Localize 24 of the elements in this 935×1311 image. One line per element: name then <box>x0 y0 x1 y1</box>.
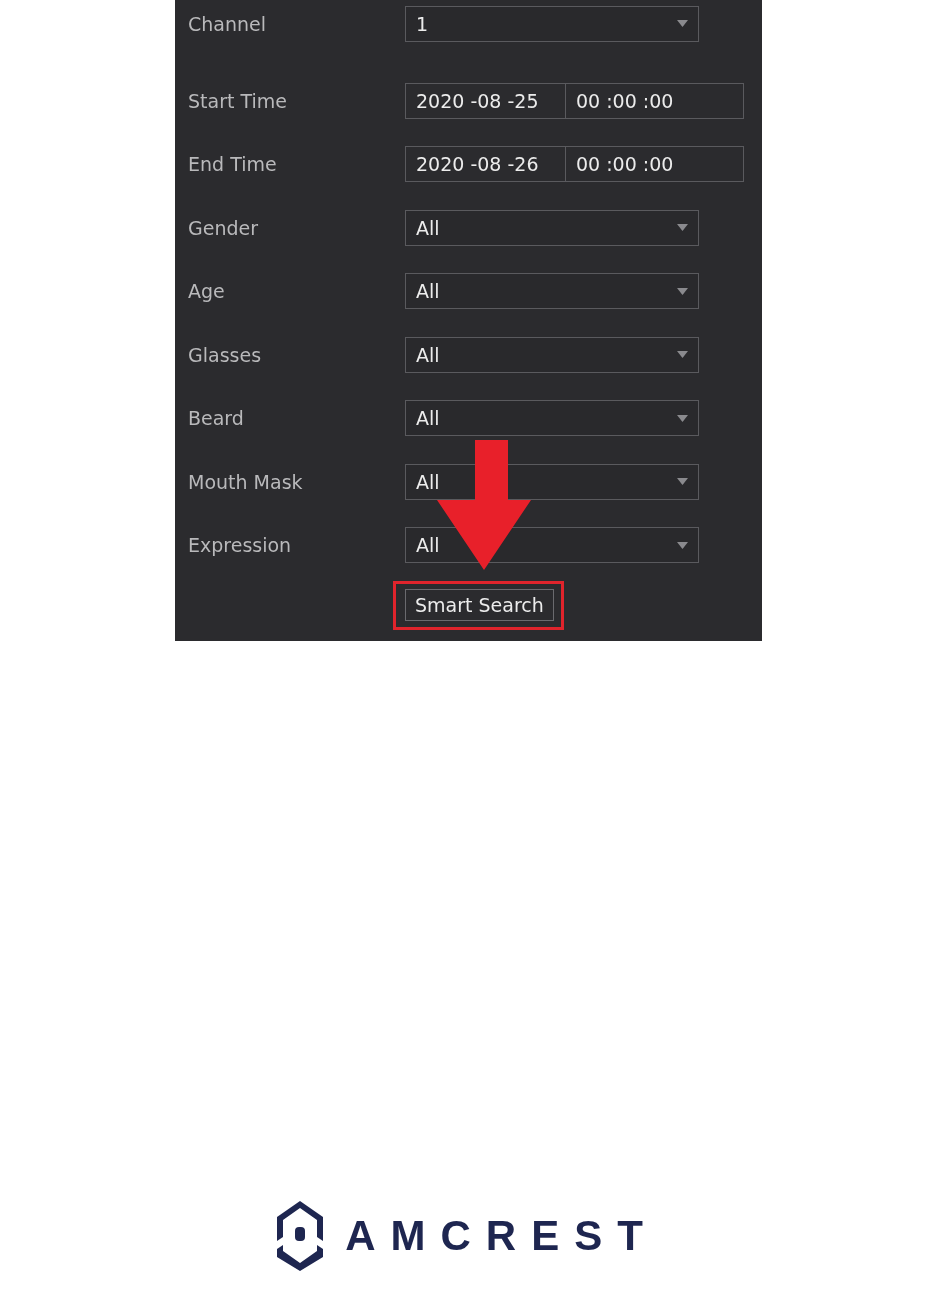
field-label: Age <box>188 280 226 303</box>
smart-search-button[interactable]: Smart Search <box>405 589 554 621</box>
caret-icon <box>677 351 688 359</box>
logo-icon <box>277 1201 324 1271</box>
caret-icon <box>677 541 688 549</box>
field-label: Expression <box>188 534 293 557</box>
dropdown[interactable]: All <box>405 209 699 246</box>
dropdown[interactable]: All <box>405 273 699 310</box>
field-label: Mouth Mask <box>188 470 304 493</box>
field-label: Glasses <box>188 343 263 366</box>
dropdown[interactable]: 1 <box>405 5 699 42</box>
caret-icon <box>677 20 688 27</box>
caret-icon <box>677 478 688 486</box>
brand-name: AMCREST <box>345 1212 658 1260</box>
caret-icon <box>677 287 688 295</box>
field-label: Gender <box>188 216 260 239</box>
field-label: Start Time <box>188 89 288 112</box>
dropdown[interactable]: All <box>405 336 699 373</box>
field-label: Beard <box>188 407 245 430</box>
dropdown[interactable]: All <box>405 400 699 437</box>
caret-icon <box>677 224 688 232</box>
field-label: End Time <box>188 153 278 176</box>
field-label: Channel <box>188 12 267 35</box>
caret-icon <box>677 414 688 422</box>
